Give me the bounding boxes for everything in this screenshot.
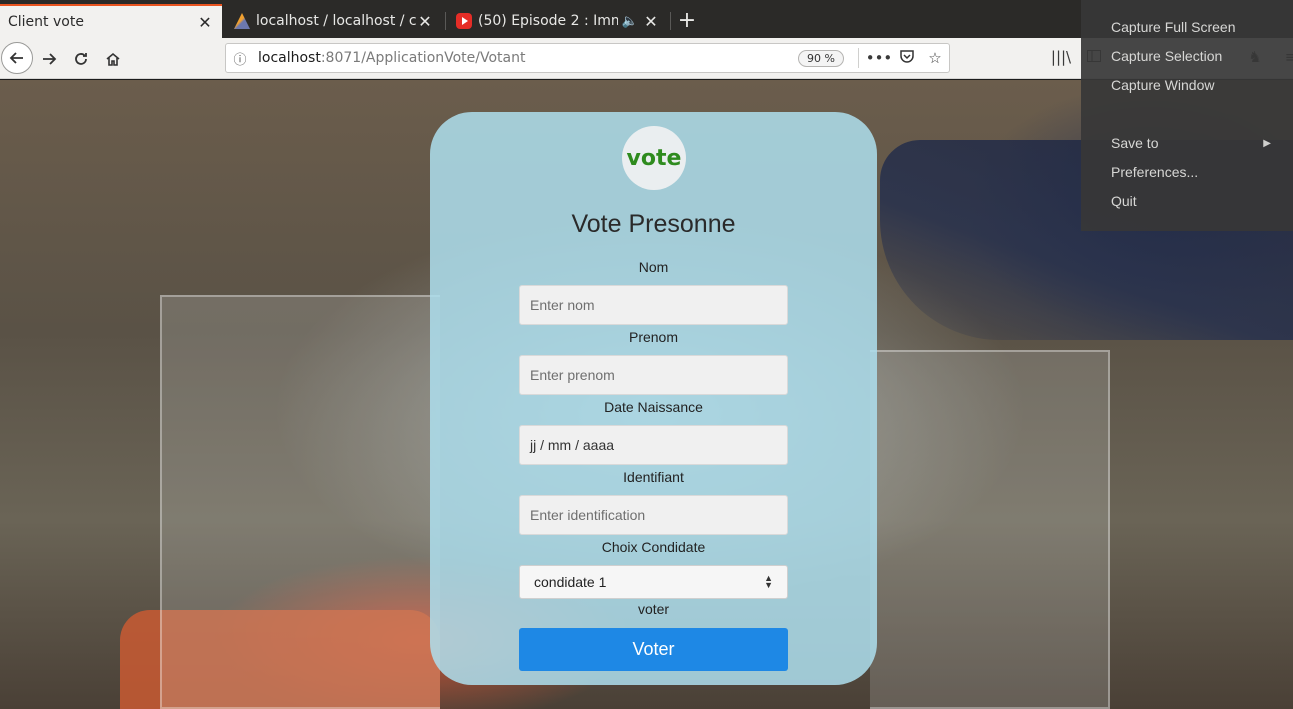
reload-icon bbox=[75, 53, 87, 65]
nom-placeholder: Enter nom bbox=[530, 297, 595, 313]
new-tab-button[interactable]: + bbox=[675, 8, 699, 33]
nom-label: Nom bbox=[638, 259, 669, 275]
vote-logo: vote bbox=[622, 126, 686, 190]
date-naissance-input[interactable]: jj / mm / aaaa bbox=[519, 425, 788, 465]
url-host: localhost bbox=[258, 50, 321, 66]
identifiant-label: Identifiant bbox=[623, 469, 684, 485]
background-photo-ballot-box bbox=[160, 295, 440, 709]
screenshot-context-menu: Capture Full Screen Capture Selection Ca… bbox=[1081, 0, 1293, 231]
voter-button[interactable]: Voter bbox=[519, 628, 788, 671]
tab-youtube[interactable]: (50) Episode 2 : Immig 🔈 ✕ bbox=[448, 4, 668, 38]
phpmyadmin-icon bbox=[234, 13, 250, 29]
tab-client-vote[interactable]: Client vote ✕ bbox=[0, 4, 222, 38]
condidate-select[interactable]: condidate 1 ▲ ▼ bbox=[519, 565, 788, 599]
speaker-icon[interactable]: 🔈 bbox=[622, 14, 638, 29]
identifiant-input[interactable]: Enter identification bbox=[519, 495, 788, 535]
submenu-arrow-icon: ▶ bbox=[1263, 138, 1271, 149]
pocket-icon[interactable] bbox=[893, 48, 921, 68]
logo-text: vote bbox=[626, 145, 682, 171]
prenom-placeholder: Enter prenom bbox=[530, 367, 615, 383]
home-button[interactable] bbox=[98, 44, 128, 74]
close-tab-icon[interactable]: ✕ bbox=[642, 12, 660, 31]
nom-input[interactable]: Enter nom bbox=[519, 285, 788, 325]
menu-item-capture-window[interactable]: Capture Window bbox=[1111, 77, 1215, 93]
library-icon[interactable]: |||\ bbox=[1050, 48, 1072, 70]
bookmark-star-icon[interactable]: ☆ bbox=[921, 49, 949, 67]
date-naissance-label: Date Naissance bbox=[604, 399, 703, 415]
back-button[interactable] bbox=[1, 42, 33, 74]
date-placeholder: jj / mm / aaaa bbox=[530, 437, 615, 453]
menu-item-quit[interactable]: Quit bbox=[1111, 193, 1137, 209]
tab-separator bbox=[445, 12, 446, 30]
close-tab-icon[interactable]: ✕ bbox=[416, 12, 434, 31]
tab-phpmyadmin[interactable]: localhost / localhost / crŷ ✕ bbox=[226, 4, 442, 38]
arrow-right-icon bbox=[43, 53, 57, 65]
divider bbox=[858, 48, 859, 68]
tab-title: Client vote bbox=[8, 14, 84, 30]
voter-caption: voter bbox=[637, 601, 670, 617]
tab-separator bbox=[670, 12, 671, 30]
url-bar[interactable]: ⓘ localhost:8071/ApplicationVote/Votant … bbox=[225, 43, 950, 73]
menu-item-preferences[interactable]: Preferences... bbox=[1111, 164, 1198, 180]
page-actions-icon[interactable]: ••• bbox=[865, 49, 893, 67]
background-photo-ballot-box bbox=[870, 350, 1110, 709]
prenom-input[interactable]: Enter prenom bbox=[519, 355, 788, 395]
url-path: :8071/ApplicationVote/Votant bbox=[320, 50, 526, 66]
url-text[interactable]: localhost:8071/ApplicationVote/Votant bbox=[254, 50, 798, 66]
arrow-left-icon bbox=[9, 52, 23, 64]
zoom-indicator[interactable]: 90 % bbox=[798, 49, 844, 67]
prenom-label: Prenom bbox=[628, 329, 679, 345]
menu-item-save-to[interactable]: Save to bbox=[1111, 135, 1158, 151]
select-arrows-icon: ▲ ▼ bbox=[764, 573, 773, 590]
condidate-selected-value: condidate 1 bbox=[534, 574, 607, 590]
info-icon[interactable]: ⓘ bbox=[226, 49, 254, 68]
reload-button[interactable] bbox=[66, 44, 96, 74]
forward-button[interactable] bbox=[34, 44, 64, 74]
choix-condidate-label: Choix Condidate bbox=[601, 539, 706, 555]
identifiant-placeholder: Enter identification bbox=[530, 507, 646, 523]
menu-item-capture-selection[interactable]: Capture Selection bbox=[1111, 48, 1222, 64]
menu-item-capture-full-screen[interactable]: Capture Full Screen bbox=[1111, 19, 1236, 35]
tab-title: localhost / localhost / crŷ bbox=[256, 13, 416, 29]
close-tab-icon[interactable]: ✕ bbox=[196, 13, 214, 32]
home-icon bbox=[106, 52, 120, 66]
youtube-icon bbox=[456, 13, 472, 29]
vote-form-card: vote Vote Presonne Nom Enter nom Prenom … bbox=[430, 112, 877, 685]
tab-title: (50) Episode 2 : Immig bbox=[478, 13, 618, 29]
page-title: Vote Presonne bbox=[571, 210, 736, 238]
